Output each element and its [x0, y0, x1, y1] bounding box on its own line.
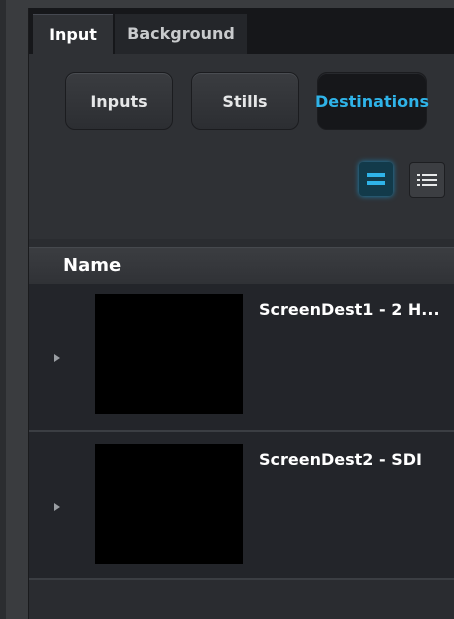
toolbar: Inputs Stills Destinations: [29, 54, 454, 239]
inputs-button-label: Inputs: [90, 91, 148, 111]
destination-thumbnail: [95, 444, 243, 564]
destinations-button[interactable]: Destinations: [315, 72, 430, 130]
expand-arrow-icon[interactable]: [54, 354, 60, 362]
stills-button-label: Stills: [222, 91, 268, 111]
table-row[interactable]: ScreenDest2 - SDI: [29, 432, 454, 580]
inputs-button[interactable]: Inputs: [65, 72, 173, 130]
app-window: Input Background Inputs Stills Destinati…: [0, 0, 454, 619]
tab-background[interactable]: Background: [115, 14, 247, 54]
panel-footer: [29, 580, 454, 619]
table-row[interactable]: ScreenDest1 - 2 H...: [29, 284, 454, 432]
tab-bar: Input Background: [29, 8, 454, 55]
destination-thumbnail: [95, 294, 243, 414]
tab-input[interactable]: Input: [33, 14, 113, 55]
expand-arrow-icon[interactable]: [54, 503, 60, 511]
list-view-button[interactable]: [409, 162, 445, 198]
stills-button[interactable]: Stills: [191, 72, 299, 130]
destination-name: ScreenDest2 - SDI: [259, 450, 422, 469]
table-header: Name: [29, 247, 454, 284]
list-view-icon: [417, 174, 437, 186]
thumbnail-view-icon: [367, 173, 385, 185]
column-header-name[interactable]: Name: [63, 248, 121, 284]
thumbnail-view-button[interactable]: [359, 162, 393, 196]
destination-name: ScreenDest1 - 2 H...: [259, 300, 440, 319]
destinations-button-label: Destinations: [315, 91, 430, 111]
window-edge: [0, 0, 6, 619]
source-panel: Input Background Inputs Stills Destinati…: [28, 8, 454, 619]
